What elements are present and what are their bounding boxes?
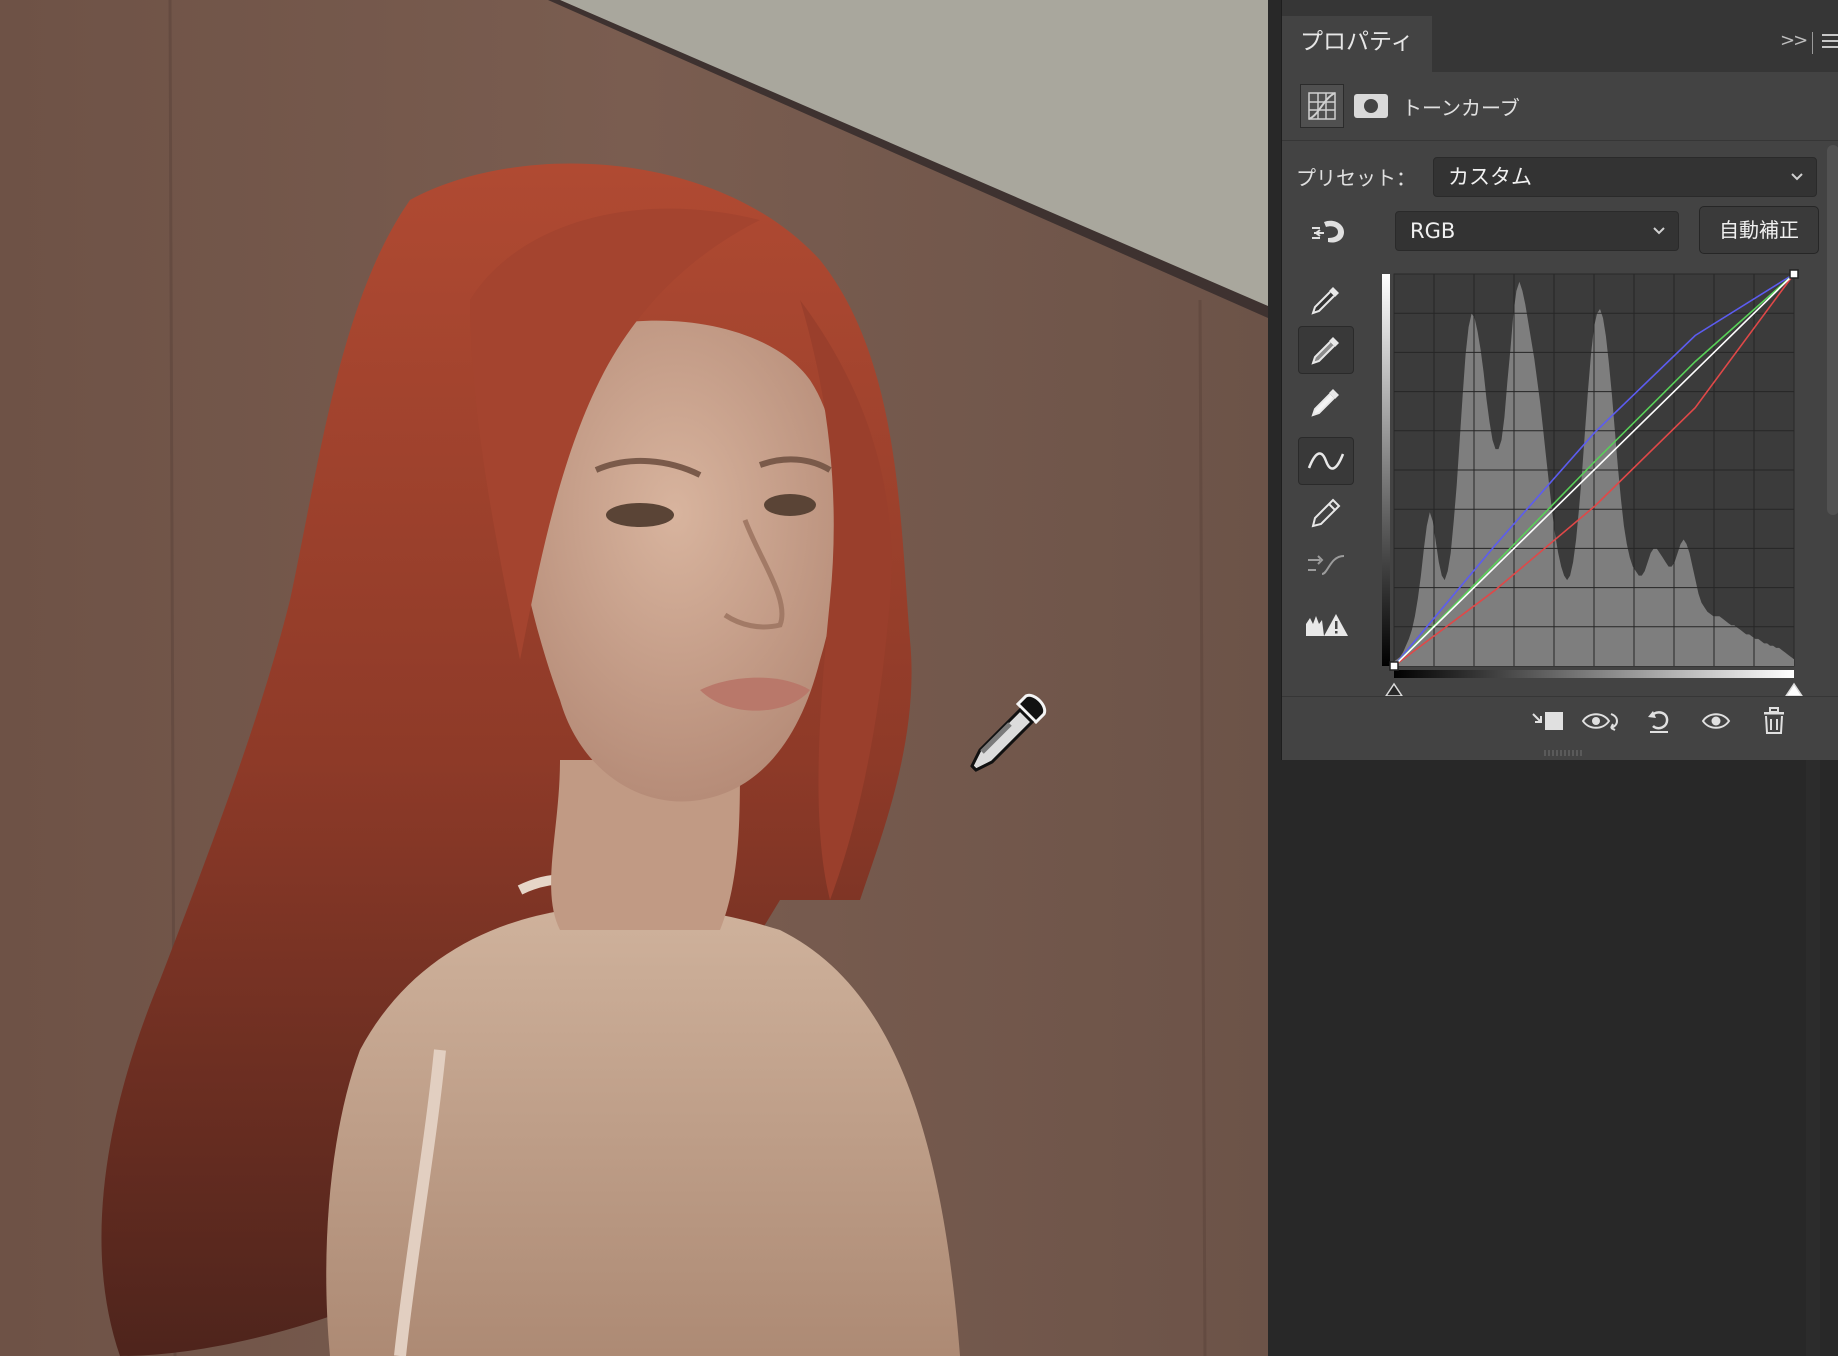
panel-bottom-bar <box>1282 697 1838 745</box>
curves-svg[interactable] <box>1382 268 1812 700</box>
reset-icon[interactable] <box>1639 705 1679 737</box>
auto-button[interactable]: 自動補正 <box>1699 206 1819 254</box>
on-image-adjustment-icon[interactable] <box>1310 216 1350 252</box>
output-gradient-bar <box>1382 274 1390 666</box>
tab-properties[interactable]: プロパティ <box>1282 16 1432 72</box>
right-dock: プロパティ >> トーンカーブ プリセット： カスタム RGB 自動補正 <box>1268 0 1838 1356</box>
preset-label: プリセット： <box>1296 166 1416 190</box>
sample-midtone-eyedropper-icon[interactable] <box>1298 326 1354 374</box>
sample-shadow-eyedropper-icon[interactable] <box>1298 276 1354 324</box>
panel-resize-grip[interactable] <box>1544 750 1584 756</box>
white-point-slider[interactable] <box>1784 682 1804 697</box>
view-previous-state-icon[interactable] <box>1581 705 1621 737</box>
properties-panel: プロパティ >> トーンカーブ プリセット： カスタム RGB 自動補正 <box>1281 0 1838 760</box>
curve-control-point[interactable] <box>1789 269 1799 279</box>
preset-dropdown[interactable]: カスタム <box>1433 157 1817 197</box>
panel-scrollbar[interactable] <box>1827 145 1838 515</box>
input-gradient-bar <box>1394 670 1794 678</box>
delete-icon[interactable] <box>1754 705 1794 737</box>
clip-to-layer-icon[interactable] <box>1527 705 1567 737</box>
chevron-down-icon <box>1790 158 1804 208</box>
curve-control-point[interactable] <box>1389 661 1399 671</box>
eyedropper-cursor-icon <box>962 688 1054 784</box>
preset-value: カスタム <box>1448 165 1532 189</box>
draw-pencil-icon[interactable] <box>1298 489 1354 537</box>
panel-menu-icon[interactable] <box>1822 34 1838 52</box>
collapse-panel-icon[interactable]: >> <box>1780 30 1808 51</box>
tab-strip <box>1432 16 1838 72</box>
curves-adjustment-icon[interactable] <box>1300 84 1344 128</box>
black-point-slider[interactable] <box>1384 682 1404 697</box>
portrait-photo <box>0 0 1268 1356</box>
smooth-curve-icon[interactable] <box>1298 541 1354 589</box>
chevron-down-icon <box>1652 212 1666 262</box>
clipping-warning-icon[interactable] <box>1298 601 1354 649</box>
tab-separator <box>1812 32 1813 54</box>
sample-highlight-eyedropper-icon[interactable] <box>1298 378 1354 426</box>
channel-value: RGB <box>1410 219 1456 243</box>
divider <box>1282 140 1838 141</box>
toggle-visibility-icon[interactable] <box>1696 705 1736 737</box>
curves-graph[interactable] <box>1382 268 1812 704</box>
adjustment-header: トーンカーブ <box>1282 72 1838 140</box>
image-canvas[interactable] <box>0 0 1268 1356</box>
layer-mask-icon[interactable] <box>1354 94 1388 118</box>
adjustment-title: トーンカーブ <box>1402 96 1520 120</box>
panel-title-strip[interactable] <box>1282 0 1838 16</box>
edit-points-curve-icon[interactable] <box>1298 437 1354 485</box>
channel-dropdown[interactable]: RGB <box>1395 211 1679 251</box>
